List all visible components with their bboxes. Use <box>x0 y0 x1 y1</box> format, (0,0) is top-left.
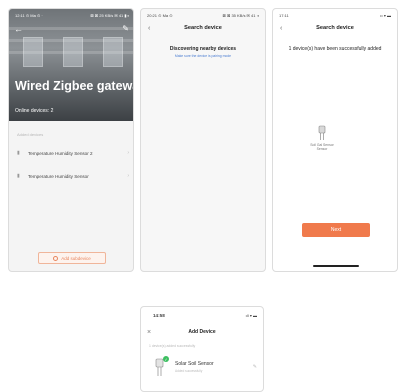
soil-sensor-icon <box>318 125 326 140</box>
gateway-screen: 12:11 ⊙ Ma ⊙ · ⊠ ⊠ 25 KB/s ✉ 41 ▮◑ ← ✎ W… <box>8 8 134 272</box>
add-icon <box>53 255 59 261</box>
status-indicators: ⊠ ⊠ 25 KB/s ✉ 41 ▮◑ <box>90 13 129 18</box>
device-label: Temperature Humidity Sensor 2 <box>28 150 93 156</box>
device-label: Temperature Humidity Sensor <box>28 173 89 179</box>
nav-title: Add Device <box>188 329 216 335</box>
add-subdevice-button[interactable]: Add subdevice <box>38 252 106 264</box>
add-device-screen: 14:58 •ll ▾ ▬ × Add Device 1 device(s) a… <box>140 306 264 392</box>
added-success-message: 1 device(s) have been successfully added <box>288 46 382 52</box>
nav-title: Search device <box>316 25 354 31</box>
device-row[interactable]: ▮ Temperature Humidity Sensor 2 › <box>17 146 129 160</box>
gateway-title: Wired Zigbee gateway <box>15 79 134 93</box>
device-status: Added successfully <box>175 369 203 373</box>
chevron-right-icon: › <box>127 150 129 156</box>
nav-bar: ‹ Search device <box>141 22 265 34</box>
nav-bar: ‹ Search device <box>273 22 397 34</box>
check-icon: ✓ <box>163 356 169 362</box>
sensor-icon: ▮ <box>17 173 20 179</box>
back-arrow-icon[interactable]: ‹ <box>280 25 282 32</box>
edit-pencil-icon[interactable]: ✎ <box>122 24 129 33</box>
added-device-row[interactable]: ✓ Solar Soil Sensor Added successfully ✎ <box>149 356 257 378</box>
search-device-screen: 20:21 ⊙ Ma ⊙ ⊠ ⊠ 35 KB/s ✉ 41 ◑ ‹ Search… <box>140 8 266 272</box>
edit-pencil-icon[interactable]: ✎ <box>253 364 257 370</box>
device-row[interactable]: ▮ Temperature Humidity Sensor › <box>17 169 129 183</box>
device-name: Solar Soil Sensor <box>175 361 214 367</box>
status-time: 12:11 ⊙ Ma ⊙ · <box>15 13 43 18</box>
sensor-icon: ▮ <box>17 150 20 156</box>
search-result-screen: 17:11 •• ▾ ▬ ‹ Search device 1 device(s)… <box>272 8 398 272</box>
status-time: 20:21 ⊙ Ma ⊙ <box>147 13 173 18</box>
back-arrow-icon[interactable]: ← <box>14 24 23 34</box>
status-indicators: •• ▾ ▬ <box>379 13 391 18</box>
status-indicators: •ll ▾ ▬ <box>245 313 257 318</box>
added-devices-label: Added devices <box>17 132 44 137</box>
add-subdevice-label: Add subdevice <box>61 255 91 261</box>
chevron-right-icon: › <box>127 173 129 179</box>
online-devices-count: Online devices: 2 <box>15 108 54 114</box>
back-arrow-icon[interactable]: ‹ <box>148 25 150 32</box>
status-indicators: ⊠ ⊠ 35 KB/s ✉ 41 ◑ <box>222 13 259 18</box>
discovering-title: Discovering nearby devices <box>169 46 237 52</box>
status-time: 17:11 <box>279 13 289 18</box>
sensor-sublabel: Sensor <box>316 147 328 151</box>
close-icon[interactable]: × <box>147 329 151 336</box>
next-button[interactable]: Next <box>302 223 370 237</box>
status-time: 14:58 <box>153 313 165 318</box>
added-count-label: 1 device(s) added successfully <box>149 344 196 348</box>
nav-bar: × Add Device <box>141 326 263 338</box>
home-indicator[interactable] <box>313 265 359 267</box>
gateway-hero-image: 12:11 ⊙ Ma ⊙ · ⊠ ⊠ 25 KB/s ✉ 41 ▮◑ ← ✎ W… <box>9 9 134 121</box>
pairing-hint-link[interactable]: Make sure the device is pairing mode <box>141 54 265 58</box>
nav-title: Search device <box>184 25 222 31</box>
